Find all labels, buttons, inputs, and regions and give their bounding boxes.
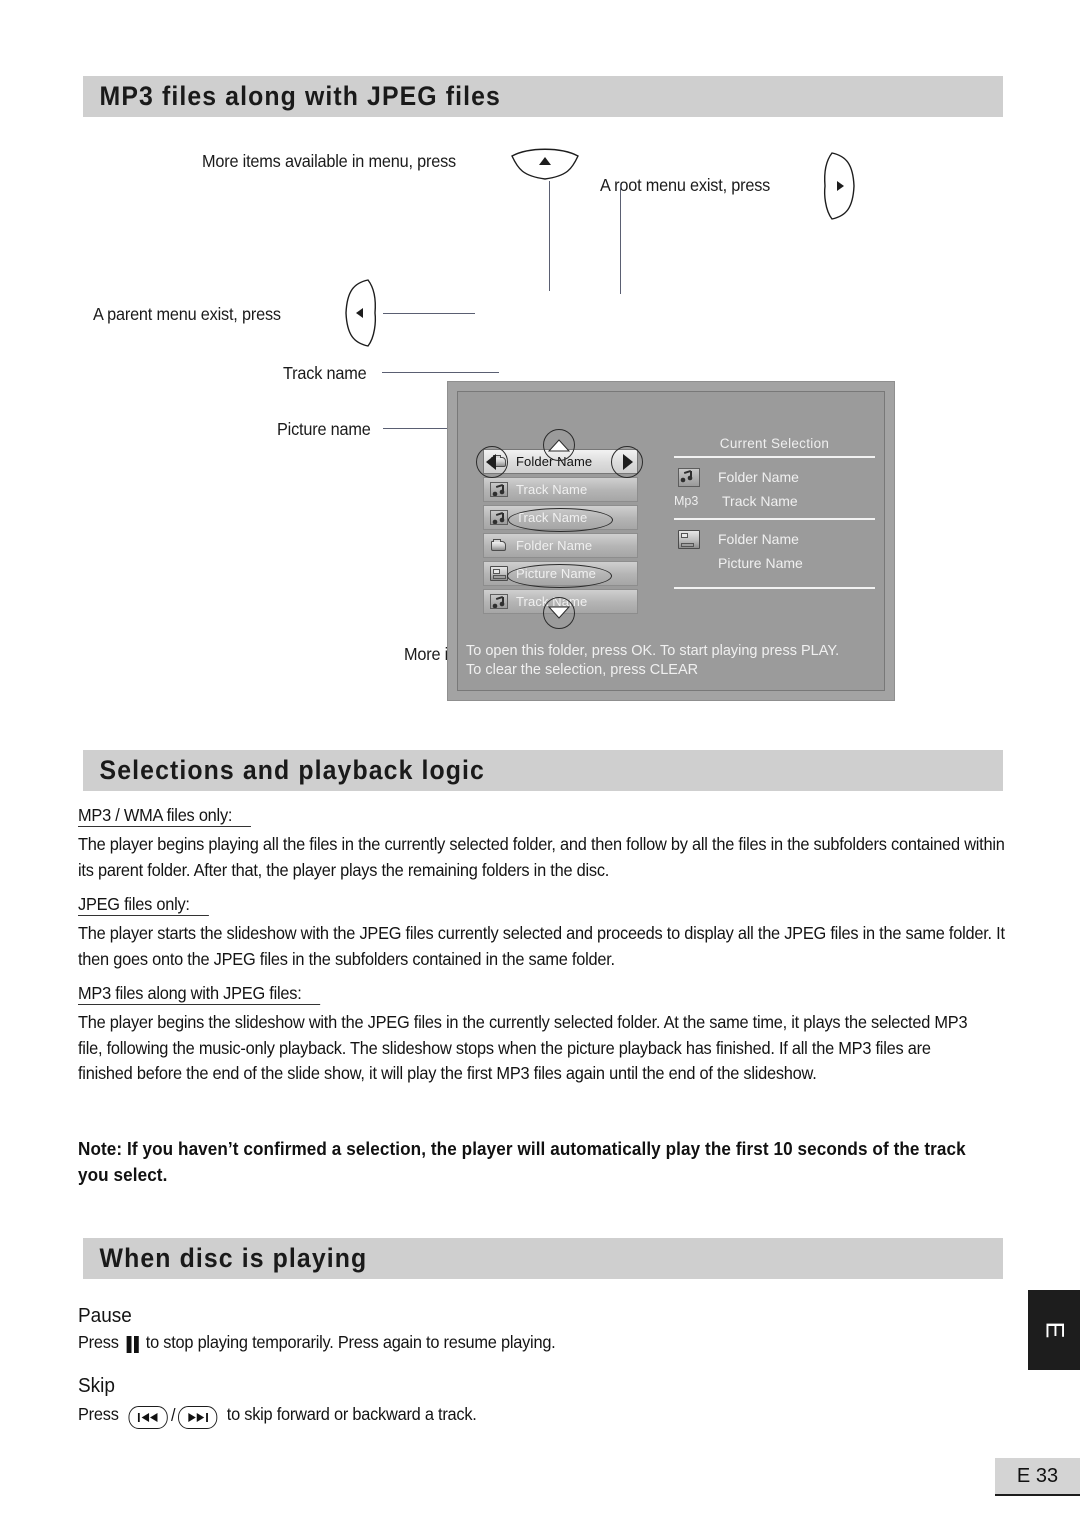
callout-track-name: Track name — [283, 363, 367, 383]
mp3-jpeg-menu-diagram: More items available in menu, press A ro… — [0, 130, 1080, 701]
osd-left-nav-indicator[interactable] — [476, 446, 508, 478]
skip-instruction: Press / to skip forward or backward a tr… — [78, 1403, 477, 1429]
pause-instruction-text: to stop playing temporarily. Press again… — [145, 1332, 556, 1352]
current-selection-item: Folder Name — [672, 527, 877, 551]
divider — [674, 518, 875, 520]
subheading-mp3-wma-text: MP3 / WMA files only: — [78, 805, 251, 827]
leader-line-up-key — [549, 181, 550, 291]
subheading-mp3-with-jpeg-text: MP3 files along with JPEG files: — [78, 983, 321, 1005]
section-title-selections: Selections and playback logic — [99, 755, 485, 785]
leader-line-track-name — [382, 372, 499, 373]
osd-right-nav-indicator[interactable] — [611, 446, 643, 478]
scroll-up-indicator[interactable] — [543, 429, 575, 461]
skip-separator: / — [171, 1405, 176, 1425]
current-selection-item: Mp3 Track Name — [672, 489, 877, 513]
divider — [674, 587, 875, 589]
osd-inner-frame: Folder Name Track Name Track Name Folder… — [457, 391, 885, 691]
music-note-icon — [678, 467, 700, 487]
menu-row[interactable]: Folder Name — [483, 533, 638, 558]
current-selection-title: Current Selection — [719, 436, 830, 451]
current-selection-item: Picture Name — [672, 551, 877, 575]
subheading-mp3-wma: MP3 / WMA files only: — [78, 805, 251, 827]
pause-icon — [127, 1336, 140, 1353]
folder-icon — [678, 529, 700, 549]
section-header-when-playing: When disc is playing — [83, 1238, 1003, 1279]
menu-row[interactable]: Track Name — [483, 477, 638, 502]
leader-line-left-key — [383, 313, 475, 314]
pause-heading: Pause — [78, 1305, 132, 1327]
current-selection-label: Folder Name — [718, 531, 799, 547]
paragraph-jpeg: The player starts the slideshow with the… — [78, 923, 1005, 969]
right-arrow-key[interactable] — [820, 150, 860, 227]
subheading-jpeg: JPEG files only: — [78, 894, 209, 916]
skip-heading: Skip — [78, 1375, 115, 1397]
subheading-mp3-with-jpeg: MP3 files along with JPEG files: — [78, 983, 321, 1005]
subheading-jpeg-text: JPEG files only: — [78, 894, 209, 916]
osd-panel: Folder Name Track Name Track Name Folder… — [447, 381, 895, 701]
highlight-ring-track-name — [508, 508, 613, 532]
menu-row-label: Folder Name — [516, 538, 593, 553]
paragraph-mp3-with-jpeg: The player begins the slideshow with the… — [78, 1012, 968, 1083]
mp3-tag: Mp3 — [674, 494, 699, 508]
section-header-mp3-jpeg: MP3 files along with JPEG files — [83, 76, 1003, 117]
highlight-ring-picture-name — [507, 564, 612, 588]
picture-icon — [490, 566, 508, 581]
left-arrow-key[interactable] — [340, 277, 380, 354]
music-note-icon — [490, 594, 508, 609]
pause-prefix: Press — [78, 1332, 119, 1352]
side-tab-marker: E — [1028, 1290, 1080, 1370]
current-selection-label: Track Name — [722, 493, 798, 509]
current-selection-item: Folder Name — [672, 465, 877, 489]
section-header-selections: Selections and playback logic — [83, 750, 1003, 791]
current-selection-panel: Current Selection Folder Name Mp3 Track … — [672, 436, 877, 596]
skip-prefix: Press — [78, 1404, 119, 1424]
divider — [674, 456, 875, 458]
osd-hint-line-1: To open this folder, press OK. To start … — [466, 643, 840, 659]
skip-backward-button[interactable] — [128, 1406, 169, 1429]
callout-picture-name: Picture name — [277, 419, 371, 439]
section-title-mp3-jpeg: MP3 files along with JPEG files — [99, 81, 501, 111]
osd-hint-text: To open this folder, press OK. To start … — [466, 642, 839, 680]
callout-parent-menu: A parent menu exist, press — [93, 304, 281, 324]
skip-backward-icon — [138, 1413, 158, 1422]
music-note-icon — [490, 510, 508, 525]
section-title-when-playing: When disc is playing — [99, 1243, 368, 1273]
pause-instruction: Press to stop playing temporarily. Press… — [78, 1332, 556, 1353]
menu-row-label: Track Name — [516, 482, 588, 497]
note-paragraph: Note: If you haven’t confirmed a selecti… — [78, 1139, 966, 1185]
page-number: E 33 — [995, 1458, 1080, 1496]
side-tab-letter: E — [1040, 1321, 1069, 1339]
callout-root-menu: A root menu exist, press — [600, 175, 771, 195]
leader-line-right-key — [620, 184, 621, 294]
current-selection-label: Picture Name — [718, 555, 803, 571]
scroll-down-indicator[interactable] — [543, 597, 575, 629]
osd-hint-line-2: To clear the selection, press CLEAR — [466, 662, 699, 678]
current-selection-label: Folder Name — [718, 469, 799, 485]
music-note-icon — [490, 482, 508, 497]
paragraph-mp3-wma: The player begins playing all the files … — [78, 834, 1005, 880]
skip-instruction-text: to skip forward or backward a track. — [226, 1404, 477, 1424]
callout-more-items-top: More items available in menu, press — [202, 151, 457, 171]
up-arrow-key[interactable] — [509, 147, 581, 186]
skip-forward-icon — [188, 1413, 209, 1422]
skip-forward-button[interactable] — [178, 1406, 218, 1429]
folder-icon — [490, 538, 508, 553]
